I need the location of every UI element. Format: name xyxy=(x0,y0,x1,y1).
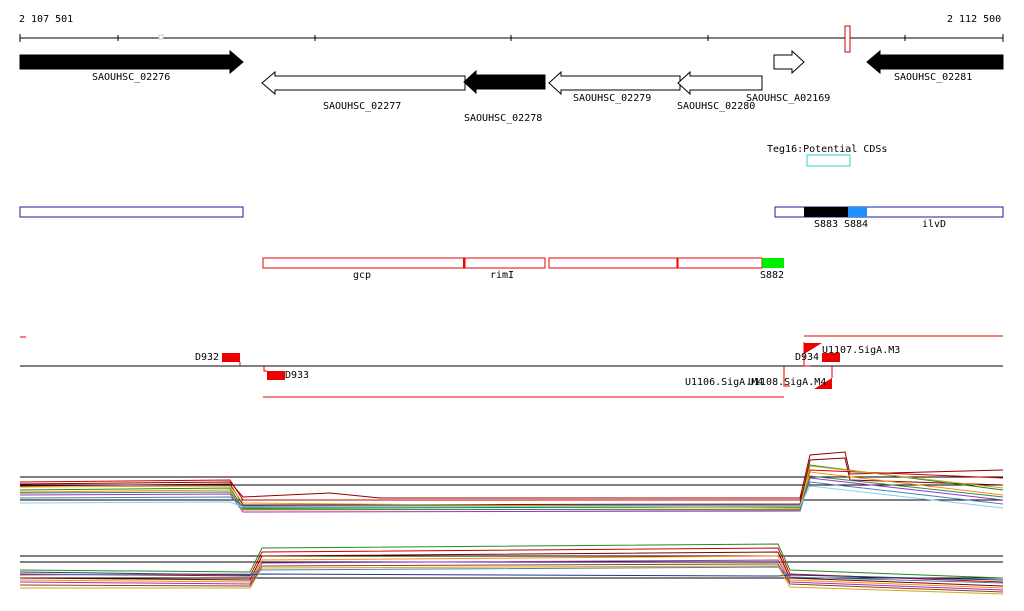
genome-browser-canvas xyxy=(19,25,1004,595)
s882-label: S882 xyxy=(760,270,785,281)
d933-label: D933 xyxy=(285,370,310,381)
gene-arrow-02280[interactable] xyxy=(677,70,763,96)
gene-label-A02169: SAOUHSC_A02169 xyxy=(746,93,831,104)
expression-track-2 xyxy=(19,543,1004,595)
expression-track-1 xyxy=(19,451,1004,513)
gene-arrow-02279[interactable] xyxy=(548,70,681,96)
gcp-label: gcp xyxy=(353,270,372,281)
red-track-right[interactable] xyxy=(677,257,763,269)
gene-label-02276: SAOUHSC_02276 xyxy=(92,72,171,83)
d933-connector xyxy=(263,366,267,372)
s883-block[interactable] xyxy=(804,207,848,217)
gene-label-02279: SAOUHSC_02279 xyxy=(573,93,652,104)
gene-arrow-02276[interactable] xyxy=(19,49,244,75)
d933-block[interactable] xyxy=(267,371,285,380)
gene-arrow-02281[interactable] xyxy=(866,49,1004,75)
gene-arrow-A02169[interactable] xyxy=(773,49,805,75)
gene-arrow-02278[interactable] xyxy=(463,69,546,95)
red-track-gcp[interactable] xyxy=(262,257,465,269)
s884-label: S884 xyxy=(844,219,869,230)
s883-label: S883 xyxy=(814,219,839,230)
potential-cds-box[interactable] xyxy=(806,154,851,167)
ruler-marker-small xyxy=(158,34,164,40)
d932-label: D932 xyxy=(195,352,220,363)
gene-arrow-02277[interactable] xyxy=(261,70,466,96)
red-track-rimi[interactable] xyxy=(464,257,546,269)
s882-block[interactable] xyxy=(762,258,784,268)
sigA-m4-label-1108: U1108.SigA.M4 xyxy=(748,377,827,388)
s884-block[interactable] xyxy=(848,207,867,217)
coordinate-ruler xyxy=(19,34,1004,42)
ruler-marker-red[interactable] xyxy=(844,25,851,53)
sigA-m3-label: U1107.SigA.M3 xyxy=(822,345,901,356)
ilvd-label: ilvD xyxy=(922,219,947,230)
potential-cds-label: Teg16:Potential CDSs xyxy=(767,144,888,155)
gene-label-02281: SAOUHSC_02281 xyxy=(894,72,973,83)
gene-label-02277: SAOUHSC_02277 xyxy=(323,101,402,112)
rimi-label: rimI xyxy=(490,270,515,281)
gene-label-02280: SAOUHSC_02280 xyxy=(677,101,756,112)
gene-label-02278: SAOUHSC_02278 xyxy=(464,113,543,124)
blue-track-left[interactable] xyxy=(19,206,244,218)
red-track-mid[interactable] xyxy=(548,257,678,269)
d932-block[interactable] xyxy=(222,353,240,362)
d934-label: D934 xyxy=(795,352,820,363)
